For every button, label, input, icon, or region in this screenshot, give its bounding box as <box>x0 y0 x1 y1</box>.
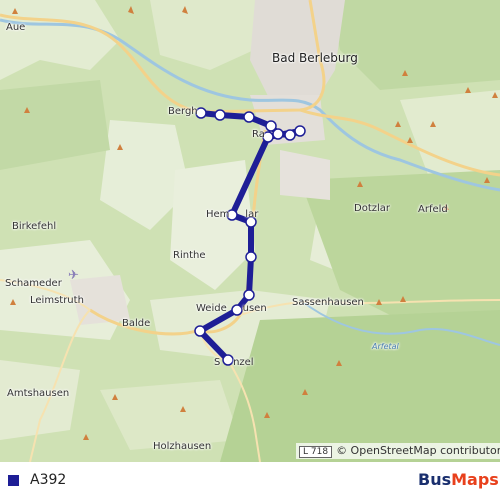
place-label-rinthe: Rinthe <box>173 250 206 261</box>
place-label-schameder: Schameder <box>5 278 62 289</box>
place-label-amtshausen: Amtshausen <box>7 388 70 399</box>
bus-stop[interactable] <box>243 111 255 123</box>
place-label-balde: Balde <box>122 318 151 329</box>
place-label-berghausen: Bergh <box>168 106 198 117</box>
place-label-bad-berleburg: Bad Berleburg <box>272 51 358 65</box>
route-name-label: A392 <box>30 472 67 488</box>
place-label-leimstruth: Leimstruth <box>30 295 84 306</box>
busmaps-logo[interactable]: BusMaps <box>418 470 499 489</box>
place-label-hemschlar: Hem lar <box>206 209 259 220</box>
place-label-holzhausen: Holzhausen <box>153 441 212 452</box>
place-label-sassenhausen: Sassenhausen <box>292 297 364 308</box>
osm-attribution-text[interactable]: © OpenStreetMap contributors <box>336 444 500 457</box>
place-label-dotzlar: Dotzlar <box>354 203 391 214</box>
bus-stop[interactable] <box>194 325 206 337</box>
bus-route[interactable] <box>0 0 500 462</box>
logo-text-bus: Bus <box>418 470 452 489</box>
bus-stop[interactable] <box>294 125 306 137</box>
place-label-birkefehl: Birkefehl <box>12 221 57 232</box>
bus-stop[interactable] <box>214 109 226 121</box>
map-attribution: L 718 © OpenStreetMap contributors <box>296 443 500 459</box>
place-label-weidenhausen: Weide usen <box>196 303 267 314</box>
bus-stop[interactable] <box>272 128 284 140</box>
logo-text-maps: Maps <box>451 470 499 489</box>
bus-stop[interactable] <box>245 251 257 263</box>
place-label-raumland: Ra <box>252 129 265 140</box>
bus-stop[interactable] <box>284 129 296 141</box>
route-color-swatch <box>8 475 19 486</box>
road-number-sign: L 718 <box>299 446 333 458</box>
place-label-arfeld: Arfeld <box>418 204 448 215</box>
place-label-aue: Aue <box>6 22 26 33</box>
place-label-stuenzel: S nzel <box>214 357 254 368</box>
place-label-arfetal: Arfetal <box>372 342 399 351</box>
bus-stop[interactable] <box>243 289 255 301</box>
map-canvas[interactable]: ✈ Aue Bad Berleburg Bergh Ra Dotzlar Arf… <box>0 0 500 462</box>
